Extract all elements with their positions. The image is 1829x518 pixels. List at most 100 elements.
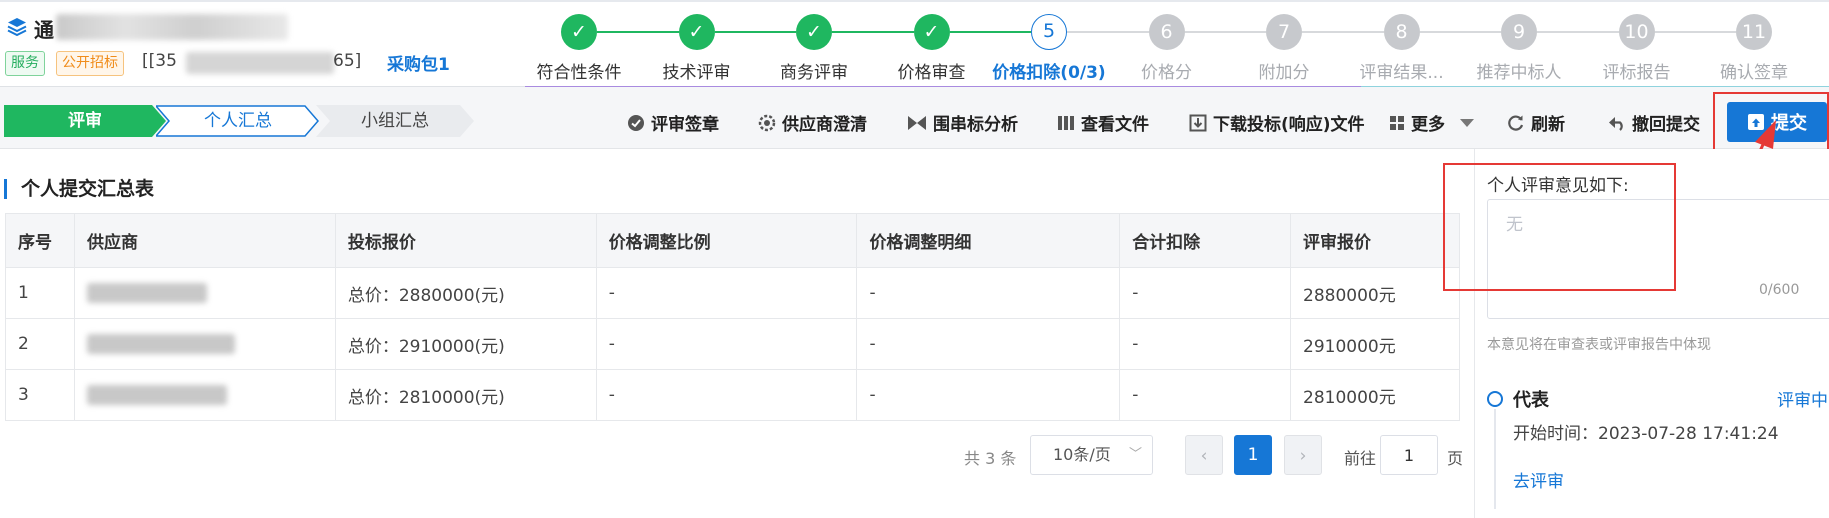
cell-deduct: - — [1119, 267, 1292, 319]
refresh-label: 刷新 — [1531, 115, 1565, 135]
clarify-button[interactable]: 供应商澄清 — [758, 110, 867, 135]
step-8[interactable]: 8 评审结果... — [1343, 14, 1461, 83]
sign-label: 评审签章 — [651, 115, 719, 135]
cell-deduct: - — [1119, 369, 1292, 421]
summary-table: 序号 供应商 投标报价 价格调整比例 价格调整明细 合计扣除 评审报价 1 总价… — [5, 213, 1460, 421]
package-link[interactable]: 采购包1 — [387, 50, 450, 75]
redacted-project-code — [186, 52, 334, 74]
more-label: 更多 — [1411, 115, 1445, 135]
bid-analysis-label: 围串标分析 — [933, 115, 1018, 135]
cell-price: 2810000元 — [1290, 369, 1460, 421]
go-review-link[interactable]: 去评审 — [1513, 467, 1564, 492]
step-connector — [1184, 31, 1266, 33]
refresh-icon — [1508, 115, 1524, 131]
download-button[interactable]: 下载投标(响应)文件 — [1189, 110, 1365, 135]
main-content: 个人提交汇总表 序号 供应商 投标报价 价格调整比例 价格调整明细 合计扣除 评… — [0, 149, 1474, 518]
crumb-review[interactable]: 评审 — [4, 105, 166, 137]
chevron-down-icon: ﹀ — [1128, 447, 1142, 462]
step-10[interactable]: 10 评标报告 — [1578, 14, 1696, 83]
project-title: 通 — [34, 18, 54, 42]
opinion-textarea[interactable] — [1487, 199, 1829, 319]
step-label: 评标报告 — [1602, 63, 1671, 83]
opinion-panel: 个人评审意见如下: 0/600 本意见将在审查表或评审报告中体现 代表 评审中 … — [1474, 149, 1829, 518]
step-2[interactable]: ✓ 技术评审 — [638, 14, 756, 83]
sign-button[interactable]: 评审签章 — [627, 110, 719, 135]
step-7[interactable]: 7 附加分 — [1225, 14, 1343, 83]
page-size-select[interactable]: 10条/页 ﹀ — [1030, 435, 1153, 475]
redacted-supplier — [86, 283, 207, 303]
cell-detail: - — [856, 267, 1121, 319]
representative-status: 评审中 — [1777, 391, 1828, 411]
col-header-detail: 价格调整明细 — [856, 213, 1121, 268]
step-number: 8 — [1383, 14, 1420, 50]
pager-total: 共 3 条 — [964, 449, 1017, 468]
opinion-label: 个人评审意见如下: — [1487, 176, 1629, 196]
goto-page-input[interactable] — [1380, 435, 1438, 475]
step-4[interactable]: ✓ 价格审查 — [873, 14, 991, 83]
opinion-char-count: 0/600 — [1759, 282, 1800, 298]
redacted-project-name — [56, 14, 288, 40]
redacted-supplier — [86, 334, 235, 354]
view-files-button[interactable]: 查看文件 — [1057, 110, 1149, 135]
gear-icon — [758, 114, 776, 131]
check-icon: ✓ — [913, 14, 950, 50]
col-header-ratio: 价格调整比例 — [595, 213, 858, 268]
step-connector — [1654, 31, 1736, 33]
cell-detail: - — [856, 318, 1121, 370]
step-6[interactable]: 6 价格分 — [1108, 14, 1226, 83]
step-label: 价格分 — [1141, 63, 1192, 83]
project-code-close: 65] — [333, 51, 362, 71]
col-header-no: 序号 — [5, 213, 75, 268]
seal-icon — [628, 114, 644, 131]
step-label: 价格扣除(0/3) — [992, 63, 1106, 83]
next-page-button[interactable]: › — [1284, 435, 1322, 475]
check-icon: ✓ — [561, 14, 597, 50]
step-connector — [1067, 31, 1149, 33]
prev-page-button[interactable]: ‹ — [1185, 435, 1223, 475]
cell-price: 2880000元 — [1290, 267, 1460, 319]
cell-deduct: - — [1119, 318, 1292, 370]
cell-no: 1 — [5, 267, 75, 319]
service-tag: 服务 — [5, 51, 45, 76]
bid-analysis-button[interactable]: 围串标分析 — [907, 110, 1018, 135]
download-label: 下载投标(响应)文件 — [1213, 115, 1365, 135]
step-label: 技术评审 — [662, 63, 731, 83]
step-label: 价格审查 — [897, 63, 966, 83]
project-code: [[35 — [142, 51, 177, 71]
cell-bid: 总价：2910000(元) — [334, 318, 597, 370]
step-number: 6 — [1148, 14, 1185, 50]
page-size-value: 10条/页 — [1053, 445, 1111, 464]
more-menu[interactable]: 更多 — [1389, 110, 1475, 135]
col-header-supplier: 供应商 — [73, 213, 336, 268]
step-connector — [714, 31, 796, 33]
step-number: 5 — [1031, 14, 1067, 50]
withdraw-button[interactable]: 撤回提交 — [1608, 110, 1700, 135]
representative-title: 代表 — [1513, 390, 1549, 411]
crumb-personal-summary[interactable]: 个人汇总 — [156, 105, 320, 137]
bowtie-icon — [908, 115, 926, 130]
cell-bid: 总价：2810000(元) — [334, 369, 597, 421]
timeline-line — [1494, 409, 1496, 509]
step-1[interactable]: ✓ 符合性条件 — [520, 14, 638, 83]
header: 通 服务 公开招标 [[35 65] 采购包1 ✓ 符合性条件 ✓ 技术评审 ✓ 商务评审… — [0, 0, 1829, 90]
cell-supplier — [73, 369, 336, 421]
page-1-button[interactable]: 1 — [1234, 435, 1272, 475]
cell-detail: - — [856, 369, 1121, 421]
timeline-dot — [1487, 391, 1503, 407]
goto-suffix: 页 — [1447, 449, 1464, 468]
view-files-label: 查看文件 — [1081, 115, 1149, 135]
cell-bid: 总价：2880000(元) — [334, 267, 597, 319]
cell-ratio: - — [595, 267, 858, 319]
crumb-group-summary[interactable]: 小组汇总 — [316, 105, 474, 137]
cell-supplier — [73, 318, 336, 370]
step-5[interactable]: 5 价格扣除(0/3) — [990, 14, 1108, 83]
grid-icon — [1390, 115, 1404, 130]
cell-no: 2 — [5, 318, 75, 370]
step-label: 商务评审 — [780, 63, 848, 83]
step-3[interactable]: ✓ 商务评审 — [755, 14, 873, 83]
step-9[interactable]: 9 推荐中标人 — [1460, 14, 1578, 83]
refresh-button[interactable]: 刷新 — [1507, 110, 1565, 135]
step-11[interactable]: 11 确认签章 — [1695, 14, 1813, 83]
files-icon — [1058, 115, 1074, 130]
step-connector — [832, 31, 914, 33]
